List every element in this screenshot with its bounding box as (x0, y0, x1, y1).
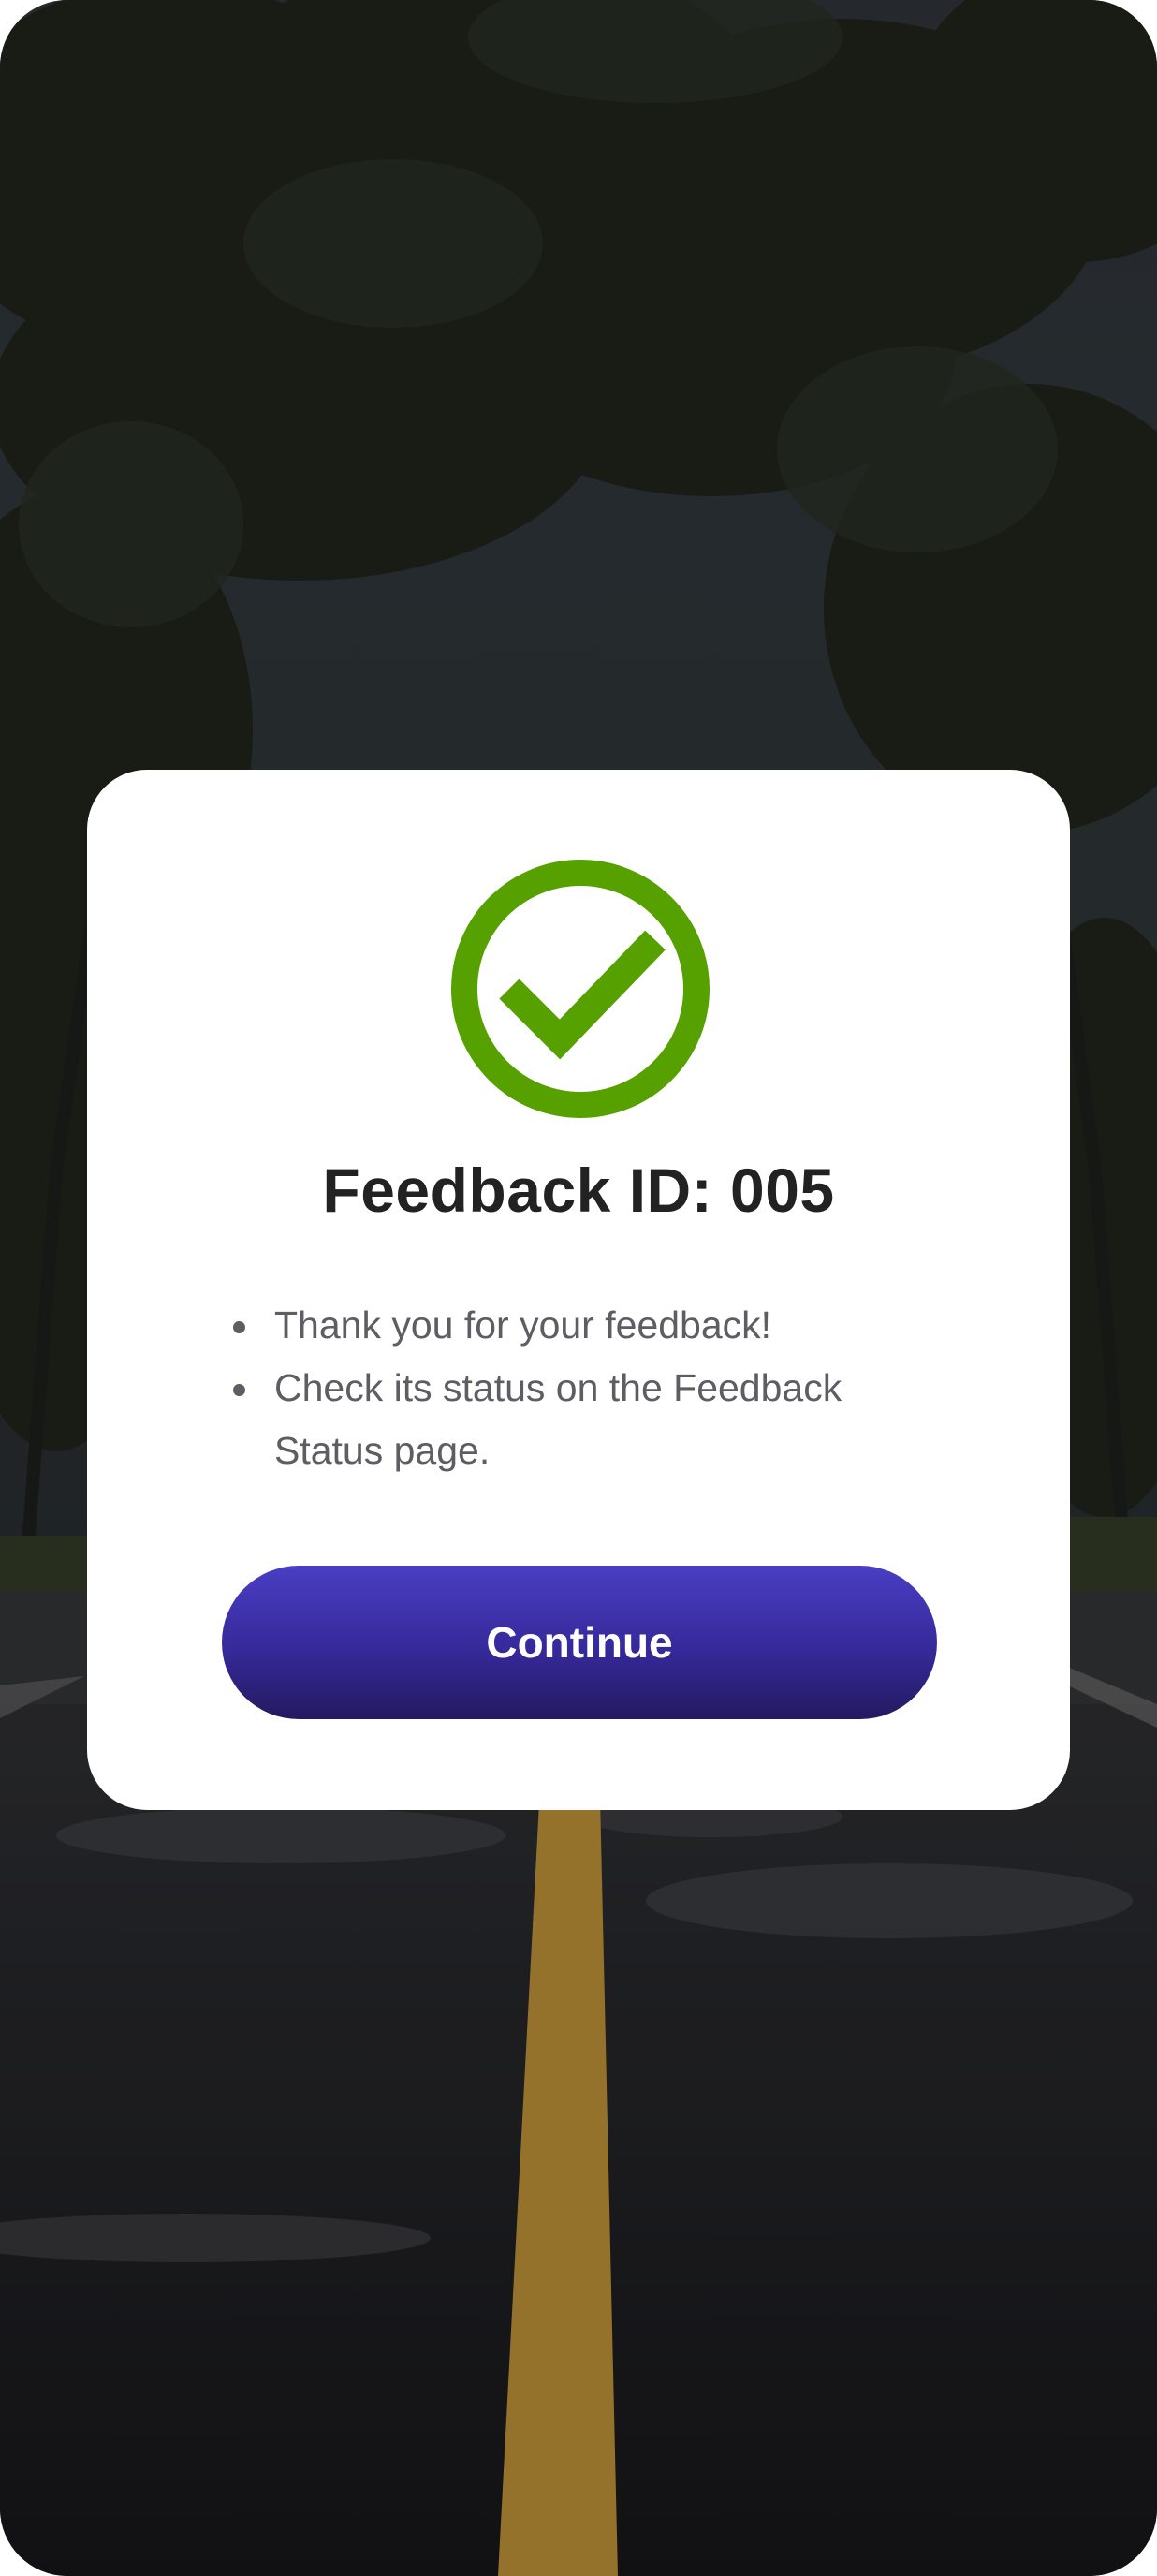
check-circle-icon (451, 860, 710, 1118)
message-list: Thank you for your feedback! Check its s… (227, 1294, 958, 1482)
list-item: Thank you for your feedback! (227, 1294, 958, 1357)
dialog-title: Feedback ID: 005 (322, 1156, 835, 1225)
feedback-success-dialog: Feedback ID: 005 Thank you for your feed… (87, 770, 1070, 1810)
continue-button[interactable]: Continue (222, 1566, 937, 1719)
list-item: Check its status on the Feedback Status … (227, 1357, 958, 1482)
screen: Feedback ID: 005 Thank you for your feed… (0, 0, 1157, 2576)
